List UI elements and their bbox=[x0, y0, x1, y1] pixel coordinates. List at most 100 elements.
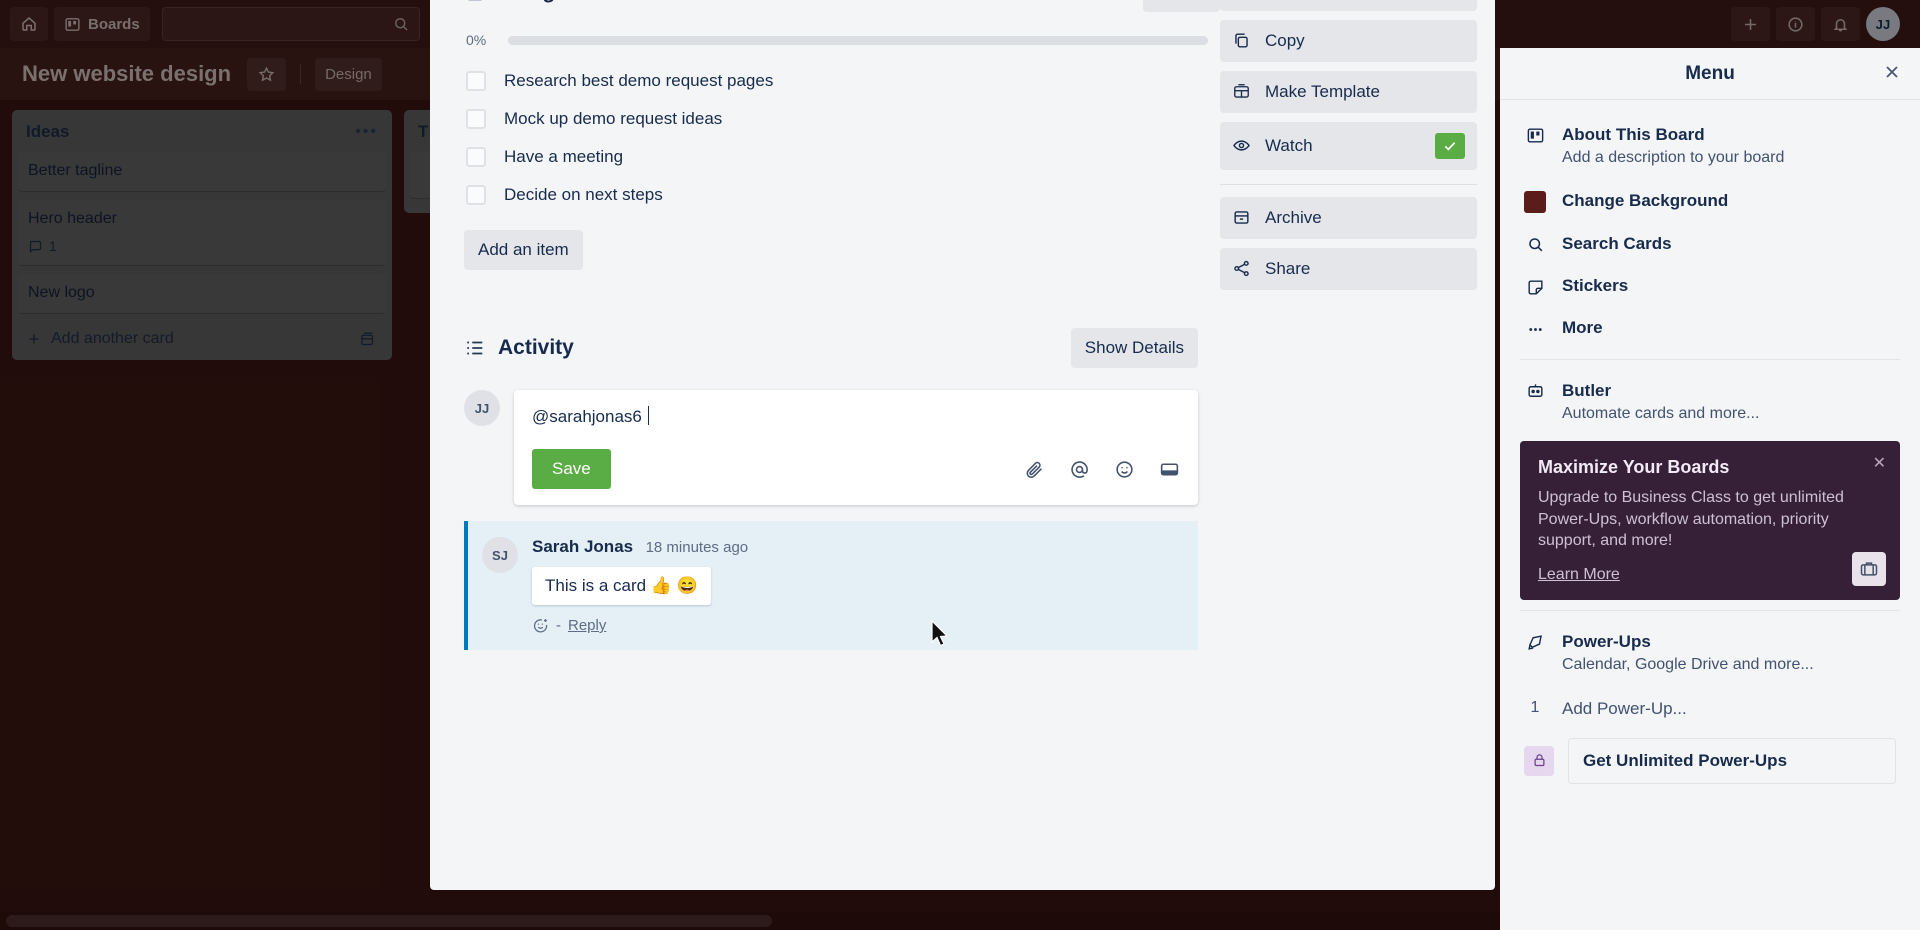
activity-comment-text[interactable]: This is a card 👍 😄 bbox=[532, 567, 711, 605]
comment-box[interactable]: @sarahjonas6 Save bbox=[514, 390, 1198, 505]
close-icon[interactable] bbox=[1882, 62, 1902, 87]
menu-item-butler[interactable]: Butler Automate cards and more... bbox=[1518, 370, 1902, 435]
share-label: Share bbox=[1265, 258, 1311, 278]
checkbox-icon[interactable] bbox=[466, 185, 486, 205]
promo-learn-more-link[interactable]: Learn More bbox=[1538, 566, 1620, 584]
add-item-button[interactable]: Add an item bbox=[464, 230, 583, 270]
trello-board-app: Boards JJ New website design Design Idea… bbox=[0, 0, 1920, 930]
checklist-item[interactable]: Research best demo request pages bbox=[464, 62, 1220, 100]
menu-item-change-background[interactable]: Change Background bbox=[1518, 179, 1902, 223]
emoji-icon[interactable] bbox=[1114, 459, 1135, 480]
checkbox-icon[interactable] bbox=[466, 147, 486, 167]
avatar: JJ bbox=[464, 390, 500, 426]
watch-button[interactable]: Watch bbox=[1220, 121, 1477, 170]
menu-item-stickers[interactable]: Stickers bbox=[1518, 265, 1902, 307]
menu-header: Menu bbox=[1500, 48, 1920, 100]
activity-entry-content: Sarah Jonas 18 minutes ago This is a car… bbox=[532, 537, 748, 634]
progress-percent: 0% bbox=[466, 32, 487, 48]
delete-checklist-button[interactable]: Delete bbox=[1142, 0, 1220, 12]
menu-item-label: Stickers bbox=[1562, 275, 1629, 295]
activity-timestamp: 18 minutes ago bbox=[645, 539, 749, 556]
checklist-item-label: Research best demo request pages bbox=[504, 71, 774, 90]
power-up-count: 1 bbox=[1530, 698, 1540, 716]
checklist-item-label: Decide on next steps bbox=[504, 185, 663, 204]
checklist-item[interactable]: Decide on next steps bbox=[464, 176, 1220, 214]
activity-title: Activity bbox=[498, 336, 574, 359]
menu-item-power-ups[interactable]: Power-Ups Calendar, Google Drive and mor… bbox=[1518, 621, 1902, 686]
locked-power-ups-label: Get Unlimited Power-Ups bbox=[1568, 737, 1896, 784]
template-icon bbox=[1232, 82, 1251, 101]
menu-body: About This Board Add a description to yo… bbox=[1500, 100, 1920, 784]
eye-icon bbox=[1232, 136, 1251, 155]
board-icon bbox=[1524, 124, 1546, 145]
checklist-items: Research best demo request pages Mock up… bbox=[464, 62, 1220, 214]
reply-link[interactable]: Reply bbox=[568, 617, 606, 634]
activity-entry-meta: Sarah Jonas 18 minutes ago bbox=[532, 537, 748, 557]
checkbox-icon[interactable] bbox=[466, 109, 486, 129]
promo-title: Maximize Your Boards bbox=[1538, 457, 1730, 478]
checklist-progress: 0% bbox=[464, 32, 1220, 48]
menu-item-about-this-board[interactable]: About This Board Add a description to yo… bbox=[1518, 114, 1902, 179]
save-button[interactable]: Save bbox=[532, 449, 611, 489]
archive-button[interactable]: Archive bbox=[1220, 196, 1477, 239]
checklist-item-label: Have a meeting bbox=[504, 147, 624, 166]
add-power-up-label: Add Power-Up... bbox=[1562, 698, 1687, 718]
archive-icon bbox=[1232, 208, 1251, 227]
checklist-title: Things to do bbox=[498, 0, 1143, 4]
comment-actions: Save bbox=[532, 449, 1180, 489]
share-button[interactable]: Share bbox=[1220, 247, 1477, 290]
menu-item-sub: Add a description to your board bbox=[1562, 149, 1785, 167]
make-template-label: Make Template bbox=[1265, 81, 1380, 101]
checklist-icon bbox=[464, 0, 498, 3]
attachment-icon[interactable] bbox=[1024, 459, 1045, 480]
avatar: SJ bbox=[482, 537, 518, 573]
menu-item-label: Butler bbox=[1562, 381, 1612, 401]
checklist-item-label: Mock up demo request ideas bbox=[504, 109, 723, 128]
card-detail-sidebar: plus much more. Upgrade Team ACTIONS Mov… bbox=[1220, 0, 1495, 890]
watch-enabled-badge[interactable] bbox=[1435, 132, 1465, 159]
comment-composer: JJ @sarahjonas6 Save bbox=[464, 390, 1220, 505]
briefcase-icon bbox=[1852, 551, 1886, 586]
activity-icon bbox=[464, 337, 498, 359]
show-details-button[interactable]: Show Details bbox=[1070, 328, 1198, 368]
comment-input-value: @sarahjonas6 bbox=[532, 407, 642, 426]
sidebar-divider bbox=[1220, 183, 1477, 185]
menu-item-label: More bbox=[1562, 318, 1603, 338]
activity-author: Sarah Jonas bbox=[532, 537, 634, 556]
menu-item-add-power-up[interactable]: 1 Add Power-Up... bbox=[1518, 686, 1902, 730]
board-menu-sidebar: Menu About This Board Add a description … bbox=[1500, 48, 1920, 930]
more-icon bbox=[1524, 318, 1546, 339]
progress-bar bbox=[508, 35, 1208, 45]
lock-icon bbox=[1524, 745, 1554, 776]
copy-button[interactable]: Copy bbox=[1220, 19, 1477, 62]
checklist-item[interactable]: Mock up demo request ideas bbox=[464, 100, 1220, 138]
activity-footer-separator: - bbox=[556, 617, 561, 634]
menu-item-sub: Calendar, Google Drive and more... bbox=[1562, 655, 1814, 673]
menu-item-text: Power-Ups Calendar, Google Drive and mor… bbox=[1562, 631, 1814, 676]
make-template-button[interactable]: Make Template bbox=[1220, 70, 1477, 113]
sticker-icon bbox=[1524, 276, 1546, 297]
checkbox-icon[interactable] bbox=[466, 71, 486, 91]
menu-item-label: Change Background bbox=[1562, 190, 1729, 210]
move-button[interactable]: Move bbox=[1220, 0, 1477, 11]
locked-power-ups-row[interactable]: Get Unlimited Power-Ups bbox=[1524, 737, 1896, 784]
comment-input[interactable]: @sarahjonas6 bbox=[532, 406, 1180, 427]
activity-entry: SJ Sarah Jonas 18 minutes ago This is a … bbox=[464, 521, 1198, 650]
checklist-item[interactable]: Have a meeting bbox=[464, 138, 1220, 176]
menu-item-search-cards[interactable]: Search Cards bbox=[1518, 223, 1902, 265]
menu-divider bbox=[1520, 359, 1900, 361]
add-reaction-icon[interactable] bbox=[532, 617, 549, 634]
butler-icon bbox=[1524, 380, 1546, 401]
color-swatch-icon bbox=[1524, 189, 1546, 213]
mention-icon[interactable] bbox=[1069, 459, 1090, 480]
watch-label: Watch bbox=[1265, 135, 1313, 155]
archive-label: Archive bbox=[1265, 207, 1322, 227]
card-detail-modal: Add an attachment Things to do Delete 0% bbox=[430, 0, 1495, 890]
activity-header: Activity Show Details bbox=[464, 328, 1220, 368]
card-detail-main: Add an attachment Things to do Delete 0% bbox=[430, 0, 1220, 890]
menu-item-more[interactable]: More bbox=[1518, 307, 1902, 349]
text-caret bbox=[647, 406, 649, 425]
card-icon[interactable] bbox=[1159, 459, 1180, 480]
comment-toolbar bbox=[1024, 459, 1180, 480]
close-icon[interactable]: ✕ bbox=[1873, 453, 1886, 473]
